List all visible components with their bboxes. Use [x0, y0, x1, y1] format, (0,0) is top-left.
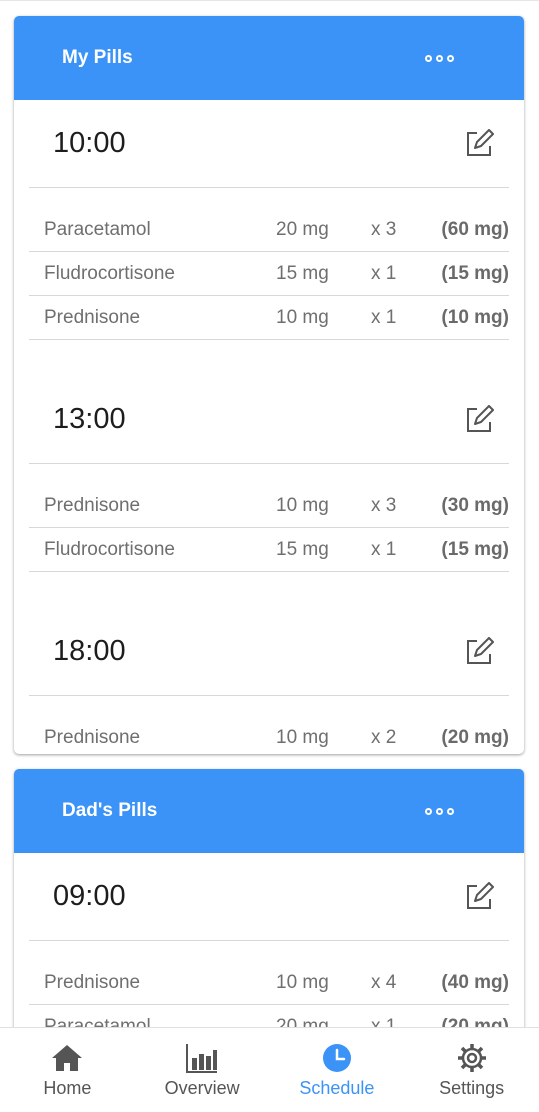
pill-row[interactable]: Paracetamol 20 mg x 1 (20 mg) — [29, 1005, 509, 1028]
time-slot-header: 13:00 — [29, 376, 509, 464]
time-slot-header: 18:00 — [29, 608, 509, 696]
pill-row[interactable]: Prednisone 10 mg x 3 (30 mg) — [29, 484, 509, 528]
pill-total: (30 mg) — [441, 494, 509, 516]
edit-icon[interactable] — [463, 128, 495, 160]
pill-count: x 1 — [371, 262, 397, 284]
schedule-scroll-area[interactable]: My Pills 10:00 Paracetamol 20 mg x 3 (60… — [0, 0, 539, 1027]
more-options-icon[interactable] — [425, 54, 454, 62]
pill-row[interactable]: Prednisone 10 mg x 4 (40 mg) — [29, 961, 509, 1005]
pill-list: Prednisone 10 mg x 4 (40 mg) Paracetamol… — [29, 941, 509, 1027]
pill-group-card: My Pills 10:00 Paracetamol 20 mg x 3 (60… — [14, 16, 524, 754]
nav-overview[interactable]: Overview — [135, 1028, 270, 1112]
pill-row[interactable]: Prednisone 10 mg x 2 (20 mg) — [29, 716, 509, 754]
pill-name: Prednisone — [44, 971, 141, 993]
pill-row[interactable]: Fludrocortisone 15 mg x 1 (15 mg) — [29, 528, 509, 572]
edit-icon[interactable] — [463, 404, 495, 436]
edit-icon[interactable] — [463, 636, 495, 668]
time-slot: 18:00 Prednisone 10 mg x 2 (20 mg) — [29, 608, 509, 754]
pill-dose: 10 mg — [276, 726, 329, 748]
pill-count: x 2 — [371, 726, 397, 748]
pill-group-title: Dad's Pills — [62, 800, 158, 821]
home-icon — [50, 1042, 84, 1074]
pill-name: Prednisone — [44, 306, 141, 328]
pill-total: (10 mg) — [441, 306, 509, 328]
pill-group-body: 10:00 Paracetamol 20 mg x 3 (60 mg) Flud… — [14, 100, 524, 754]
pill-dose: 15 mg — [276, 538, 329, 560]
nav-label: Schedule — [299, 1078, 375, 1098]
pill-group-card: Dad's Pills 09:00 Prednisone 10 mg x 4 (… — [14, 769, 524, 1027]
pill-name: Paracetamol — [44, 218, 151, 240]
pill-group-title: My Pills — [62, 47, 133, 68]
pill-dose: 10 mg — [276, 306, 329, 328]
pill-total: (20 mg) — [441, 1015, 509, 1028]
time-slot-header: 10:00 — [29, 100, 509, 188]
pill-group-header: Dad's Pills — [14, 769, 524, 853]
pill-dose: 20 mg — [276, 1015, 329, 1028]
time-slot: 13:00 Prednisone 10 mg x 3 (30 mg) Fludr… — [29, 376, 509, 608]
time-slot: 10:00 Paracetamol 20 mg x 3 (60 mg) Flud… — [29, 100, 509, 376]
nav-home[interactable]: Home — [0, 1028, 135, 1112]
pill-row[interactable]: Fludrocortisone 15 mg x 1 (15 mg) — [29, 252, 509, 296]
bar-chart-icon — [185, 1042, 219, 1074]
pill-row[interactable]: Prednisone 10 mg x 1 (10 mg) — [29, 296, 509, 340]
nav-schedule[interactable]: Schedule — [270, 1028, 405, 1112]
pill-list: Prednisone 10 mg x 3 (30 mg) Fludrocorti… — [29, 464, 509, 608]
nav-label: Overview — [164, 1078, 240, 1098]
pill-total: (60 mg) — [441, 218, 509, 240]
pill-count: x 3 — [371, 218, 397, 240]
time-slot: 09:00 Prednisone 10 mg x 4 (40 mg) Parac… — [29, 853, 509, 1027]
pill-dose: 20 mg — [276, 218, 329, 240]
pill-count: x 3 — [371, 494, 397, 516]
pill-count: x 1 — [371, 538, 397, 560]
slot-time: 13:00 — [53, 403, 126, 435]
nav-settings[interactable]: Settings — [404, 1028, 539, 1112]
pill-total: (15 mg) — [441, 262, 509, 284]
pill-dose: 10 mg — [276, 494, 329, 516]
pill-total: (40 mg) — [441, 971, 509, 993]
pill-name: Fludrocortisone — [44, 262, 175, 284]
time-slot-header: 09:00 — [29, 853, 509, 941]
gear-icon — [457, 1042, 487, 1074]
pill-count: x 4 — [371, 971, 397, 993]
edit-icon[interactable] — [463, 881, 495, 913]
pill-row[interactable]: Paracetamol 20 mg x 3 (60 mg) — [29, 208, 509, 252]
nav-label: Settings — [439, 1078, 505, 1098]
top-divider — [0, 0, 539, 1]
pill-name: Prednisone — [44, 494, 141, 516]
slot-time: 10:00 — [53, 127, 126, 159]
pill-dose: 15 mg — [276, 262, 329, 284]
pill-count: x 1 — [371, 306, 397, 328]
slot-time: 18:00 — [53, 635, 126, 667]
bottom-navigation: Home Overview Schedule Settings — [0, 1027, 539, 1112]
pill-total: (15 mg) — [441, 538, 509, 560]
pill-group-header: My Pills — [14, 16, 524, 100]
clock-icon — [322, 1042, 352, 1074]
pill-count: x 1 — [371, 1015, 397, 1028]
pill-name: Prednisone — [44, 726, 141, 748]
pill-dose: 10 mg — [276, 971, 329, 993]
pill-group-body: 09:00 Prednisone 10 mg x 4 (40 mg) Parac… — [14, 853, 524, 1027]
pill-total: (20 mg) — [441, 726, 509, 748]
pill-name: Fludrocortisone — [44, 538, 175, 560]
pill-list: Prednisone 10 mg x 2 (20 mg) — [29, 696, 509, 754]
slot-time: 09:00 — [53, 880, 126, 912]
pill-list: Paracetamol 20 mg x 3 (60 mg) Fludrocort… — [29, 188, 509, 376]
nav-label: Home — [43, 1078, 92, 1098]
pill-name: Paracetamol — [44, 1015, 151, 1028]
more-options-icon[interactable] — [425, 807, 454, 815]
